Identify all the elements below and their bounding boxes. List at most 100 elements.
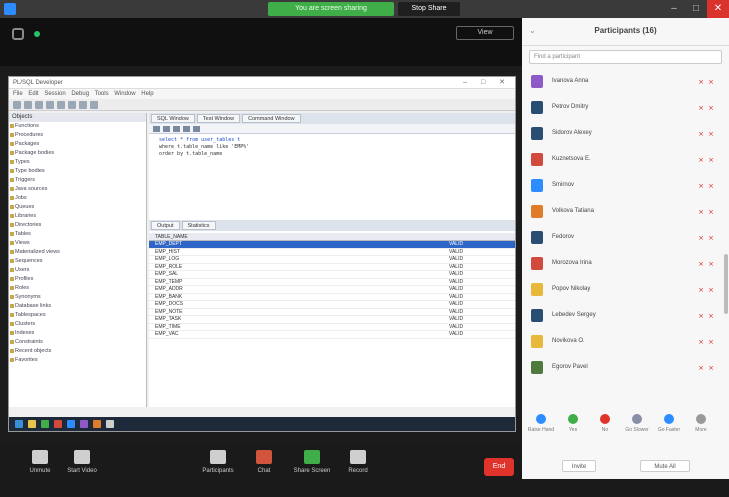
tree-item: Recent objects (9, 347, 146, 356)
reaction-label: Go Faster (657, 427, 681, 433)
code-line: select * from user_tables t (159, 137, 241, 143)
avatar (531, 75, 543, 88)
mic-muted-icon: ⨯ (698, 235, 704, 242)
video-off-icon: ⨯ (708, 339, 714, 346)
end-meeting-button[interactable]: End (484, 458, 514, 476)
table-row: EMP_NOTE VALID (149, 308, 515, 316)
video-off-icon: ⨯ (708, 287, 714, 294)
invite-button[interactable]: Invite (562, 460, 596, 472)
participant-name: Smirnov (552, 182, 575, 188)
reaction-label: Raise Hand (527, 427, 555, 433)
close-button[interactable]: ✕ (707, 0, 729, 18)
participant-search-input[interactable]: Find a participant (529, 50, 722, 64)
tree-item: Jobs (9, 194, 146, 203)
reaction-button[interactable]: Yes (558, 414, 588, 433)
shared-menu-bar: File Edit Session Debug Tools Window Hel… (9, 89, 515, 99)
tree-item: Queues (9, 203, 146, 212)
reaction-button[interactable]: Go Slower (622, 414, 652, 433)
scrollbar[interactable] (724, 254, 728, 314)
participant-row[interactable]: Volkova Tatiana ⨯ ⨯ (522, 200, 729, 226)
reactions-bar: Raise Hand Yes No Go Slower Go Faster More (522, 410, 729, 442)
reaction-button[interactable]: More (686, 414, 716, 433)
participant-row[interactable]: Morozova Irina ⨯ ⨯ (522, 252, 729, 278)
explain-icon (193, 126, 200, 132)
reaction-button[interactable]: Go Faster (654, 414, 684, 433)
object-browser: Objects Functions Procedures Packages Packa… (9, 113, 147, 407)
start-video-button[interactable]: Start Video (60, 450, 104, 474)
toolbar-label: Participants (202, 468, 234, 474)
tree-item: Procedures (9, 131, 146, 140)
mute-all-button[interactable]: Mute All (640, 460, 690, 472)
table-cell: EMP_ADDR (155, 286, 183, 292)
participant-name: Lebedev Sergey (552, 312, 596, 318)
zoom-app-icon (4, 3, 16, 15)
view-button[interactable]: View (456, 26, 514, 40)
screen-share-banner: You are screen sharing (268, 2, 394, 16)
share-screen-button[interactable]: Share Screen (290, 450, 334, 474)
new-icon (13, 101, 21, 109)
video-off-icon: ⨯ (708, 261, 714, 268)
maximize-button[interactable]: □ (685, 0, 707, 18)
mic-muted-icon: ⨯ (698, 183, 704, 190)
app-icon (80, 420, 88, 428)
avatar (531, 283, 543, 296)
go-slower-icon (632, 414, 642, 424)
table-cell: EMP_TIME (155, 323, 181, 330)
minimize-button[interactable]: – (663, 0, 685, 18)
participant-row[interactable]: Lebedev Sergey ⨯ ⨯ (522, 304, 729, 330)
reaction-button[interactable]: No (590, 414, 620, 433)
table-row: EMP_TIME VALID (149, 323, 515, 331)
execute-icon (90, 101, 98, 109)
participant-row[interactable]: Popov Nikolay ⨯ ⨯ (522, 278, 729, 304)
participants-list: Ivanova Anna ⨯ ⨯ Petrov Dmitry ⨯ ⨯ Sidorov Ale… (522, 70, 729, 382)
unmute-button[interactable]: Unmute (18, 450, 62, 474)
open-icon (24, 101, 32, 109)
chat-button[interactable]: Chat (242, 450, 286, 474)
table-cell: VALID (449, 271, 464, 277)
explorer-icon (28, 420, 36, 428)
editor-toolbar (149, 124, 515, 134)
avatar (531, 179, 543, 192)
participant-row[interactable]: Petrov Dmitry ⨯ ⨯ (522, 96, 729, 122)
participant-row[interactable]: Ivanova Anna ⨯ ⨯ (522, 70, 729, 96)
participant-row[interactable]: Fedorov ⨯ ⨯ (522, 226, 729, 252)
table-row: EMP_BANK VALID (149, 294, 515, 301)
avatar (531, 257, 543, 270)
tree-item: Tables (9, 230, 146, 239)
participant-row[interactable]: Novikova O. ⨯ ⨯ (522, 330, 729, 356)
shield-icon[interactable] (12, 28, 24, 40)
table-row: EMP_ROLE VALID (149, 263, 515, 271)
participants-button[interactable]: Participants (196, 450, 240, 474)
participant-row[interactable]: Kuznetsova E. ⨯ ⨯ (522, 148, 729, 174)
object-browser-header: Objects (9, 113, 146, 122)
tree-item: Package bodies (9, 149, 146, 158)
shared-taskbar (9, 417, 515, 431)
shared-window-title: PL/SQL Developer – □ ✕ (9, 77, 515, 89)
toolbar-label: Start Video (67, 468, 97, 474)
avatar (531, 101, 543, 114)
video-off-icon: ⨯ (708, 105, 714, 112)
reaction-button[interactable]: Raise Hand (526, 414, 556, 433)
record-button[interactable]: Record (336, 450, 380, 474)
tree-item: Libraries (9, 212, 146, 221)
tree-item: Triggers (9, 176, 146, 185)
mic-muted-icon: ⨯ (698, 365, 704, 372)
microphone-icon (32, 450, 48, 464)
table-cell: EMP_VAC (155, 331, 179, 337)
table-row: EMP_ADDR VALID (149, 286, 515, 294)
participant-row[interactable]: Sidorov Alexey ⨯ ⨯ (522, 122, 729, 148)
table-cell: VALID (449, 263, 464, 270)
record-icon (350, 450, 366, 464)
tree-item: Packages (9, 140, 146, 149)
results-tabs: Output Statistics (149, 220, 515, 231)
participant-row[interactable]: Egorov Pavel ⨯ ⨯ (522, 356, 729, 382)
tree-item: Sequences (9, 257, 146, 266)
cut-icon (57, 101, 65, 109)
table-cell: EMP_NOTE (155, 308, 183, 315)
video-off-icon: ⨯ (708, 79, 714, 86)
participant-row[interactable]: Smirnov ⨯ ⨯ (522, 174, 729, 200)
participant-name: Morozova Irina (552, 260, 592, 266)
table-cell: EMP_HIST (155, 248, 181, 255)
tab-test-window: Test Window (196, 114, 241, 123)
stop-share-button[interactable]: Stop Share (398, 2, 460, 16)
